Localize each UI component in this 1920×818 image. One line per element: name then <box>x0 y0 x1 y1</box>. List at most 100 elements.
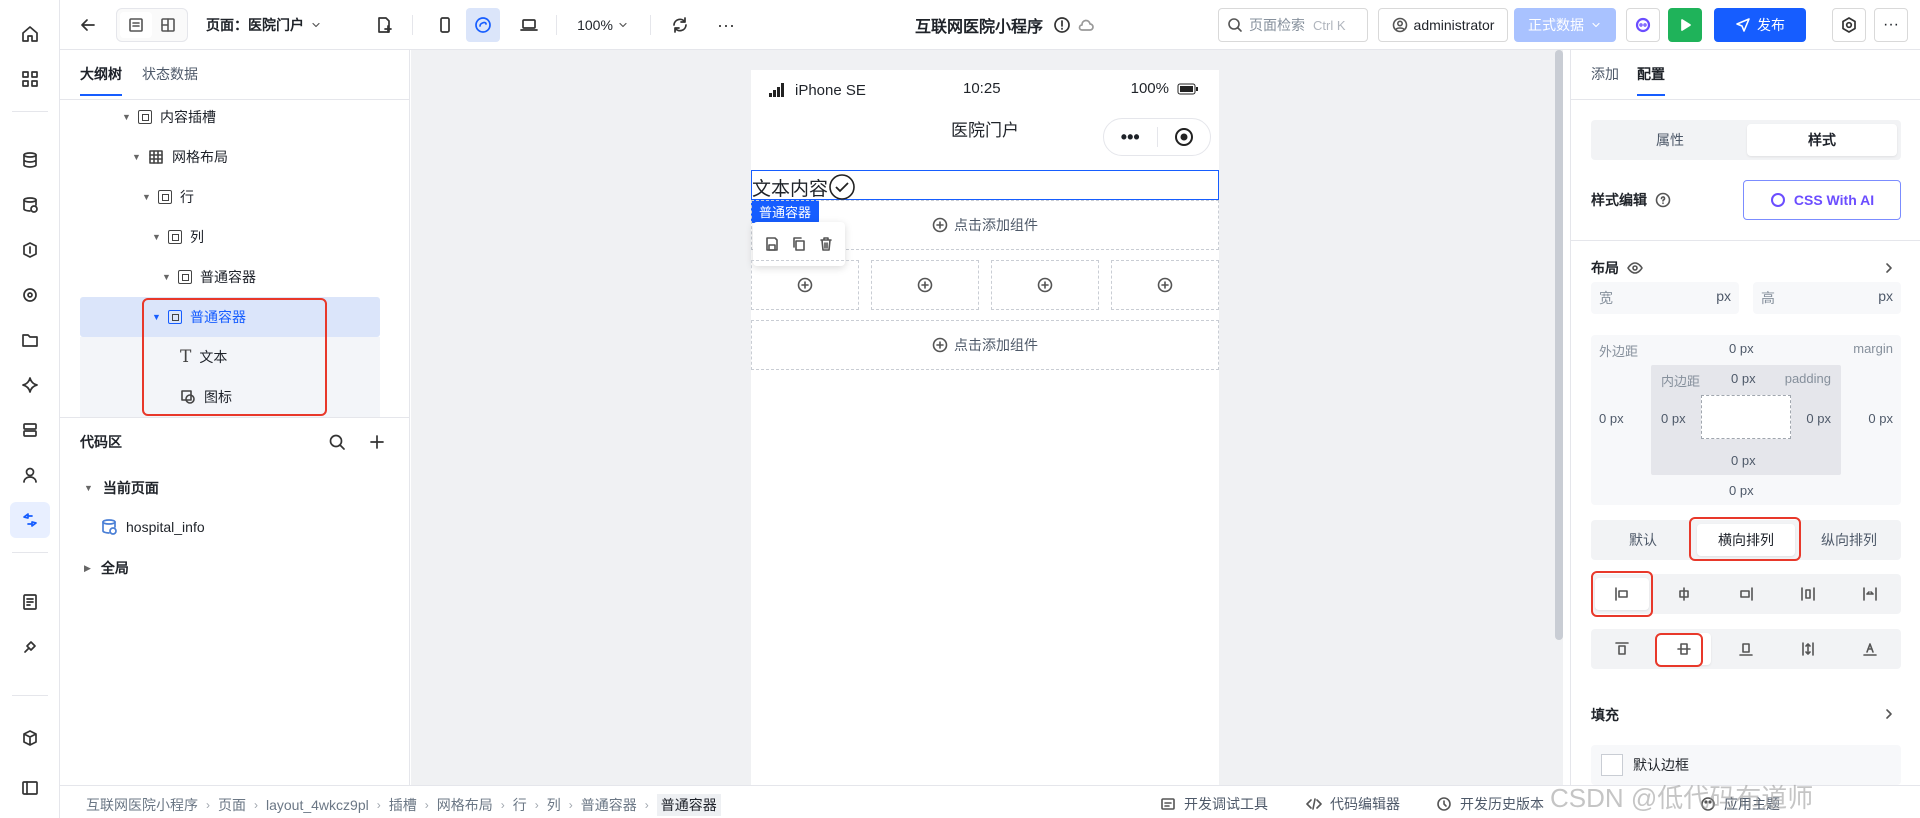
save-icon[interactable] <box>764 236 780 252</box>
height-field[interactable]: 高 px <box>1753 282 1901 314</box>
view-toggle[interactable] <box>116 8 188 42</box>
copy-icon[interactable] <box>791 236 807 252</box>
tab-add[interactable]: 添加 <box>1591 64 1619 96</box>
breadcrumb-item[interactable]: 网格布局 <box>437 795 493 815</box>
low-code-icon[interactable] <box>10 502 50 538</box>
justify-center-icon[interactable] <box>1657 578 1711 610</box>
margin-right[interactable]: 0 px <box>1868 411 1893 426</box>
page-view-icon[interactable] <box>120 12 152 38</box>
tree-node-row[interactable]: ▼ 行 <box>80 177 380 217</box>
breadcrumb-item[interactable]: 列 <box>547 795 561 815</box>
storage-icon[interactable] <box>10 412 50 448</box>
capsule-close-icon[interactable] <box>1158 127 1211 147</box>
breadcrumb-item[interactable]: 互联网医院小程序 <box>86 795 198 815</box>
report-icon[interactable] <box>10 584 50 620</box>
css-ai-button[interactable]: CSS With AI <box>1743 180 1901 220</box>
tab-properties[interactable]: 属性 <box>1595 124 1745 156</box>
more-menu-icon[interactable]: ··· <box>1874 8 1908 42</box>
miniprogram-device-icon[interactable] <box>466 8 500 42</box>
refresh-icon[interactable] <box>664 8 696 42</box>
justify-end-icon[interactable] <box>1719 578 1773 610</box>
page-selector[interactable]: 页面：医院门户 <box>206 8 336 42</box>
ai-assistant-icon[interactable] <box>1626 8 1660 42</box>
margin-left[interactable]: 0 px <box>1599 411 1624 426</box>
home-icon[interactable] <box>10 16 50 52</box>
align-baseline-icon[interactable] <box>1843 633 1897 665</box>
grid-cell-1[interactable] <box>751 260 859 310</box>
preview-play-button[interactable] <box>1668 8 1702 42</box>
width-field[interactable]: 宽 px <box>1591 282 1739 314</box>
publish-button[interactable]: 发布 <box>1714 8 1806 42</box>
flow-icon[interactable] <box>10 277 50 313</box>
desktop-device-icon[interactable] <box>512 8 546 42</box>
user-icon[interactable] <box>10 457 50 493</box>
code-global[interactable]: ▶ 全局 <box>84 558 129 578</box>
layout-heading[interactable]: 布局 <box>1591 258 1643 278</box>
info-icon[interactable] <box>1053 16 1071 34</box>
zoom-select[interactable]: 100% <box>568 8 638 42</box>
env-select[interactable]: 正式数据 <box>1514 8 1616 42</box>
history-link[interactable]: 开发历史版本 <box>1436 794 1544 814</box>
datasource-item[interactable]: hospital_info <box>100 518 205 536</box>
code-editor-link[interactable]: 代码编辑器 <box>1306 794 1400 814</box>
tree-node-grid[interactable]: ▼ 网格布局 <box>80 137 380 177</box>
help-icon[interactable] <box>1655 192 1671 208</box>
padding-right[interactable]: 0 px <box>1806 411 1831 426</box>
mobile-device-icon[interactable] <box>428 8 462 42</box>
user-menu[interactable]: administrator <box>1378 8 1508 42</box>
direction-vertical[interactable]: 纵向排列 <box>1801 524 1897 556</box>
padding-left[interactable]: 0 px <box>1661 411 1686 426</box>
tab-config[interactable]: 配置 <box>1637 64 1665 96</box>
fill-heading[interactable]: 填充 <box>1591 705 1619 725</box>
layout-view-icon[interactable] <box>152 12 184 38</box>
breadcrumb-item[interactable]: 普通容器 <box>581 795 637 815</box>
eye-icon[interactable] <box>1627 260 1643 276</box>
model-icon[interactable] <box>10 187 50 223</box>
ai-spark-icon[interactable] <box>10 367 50 403</box>
margin-top[interactable]: 0 px <box>1729 341 1754 356</box>
text-component[interactable]: 文本内容 <box>752 173 856 201</box>
margin-bottom[interactable]: 0 px <box>1729 483 1754 498</box>
grid-cell-4[interactable] <box>1111 260 1219 310</box>
collapse-icon[interactable] <box>10 770 50 806</box>
align-stretch-icon[interactable] <box>1781 633 1835 665</box>
tree-node-container[interactable]: ▼ 普通容器 <box>80 257 380 297</box>
cube-icon[interactable] <box>10 720 50 756</box>
align-bottom-icon[interactable] <box>1719 633 1773 665</box>
canvas-scrollbar[interactable] <box>1555 50 1563 640</box>
chevron-right-icon[interactable] <box>1881 706 1897 722</box>
add-component-slot-2[interactable]: 点击添加组件 <box>751 320 1219 370</box>
tab-outline-tree[interactable]: 大纲树 <box>80 64 122 96</box>
folder-icon[interactable] <box>10 322 50 358</box>
direction-default[interactable]: 默认 <box>1595 524 1691 556</box>
add-icon[interactable] <box>368 433 386 451</box>
chevron-right-icon[interactable] <box>1881 260 1897 276</box>
code-current-page[interactable]: ▼ 当前页面 <box>84 478 159 498</box>
delete-icon[interactable] <box>818 236 834 252</box>
padding-bottom[interactable]: 0 px <box>1731 453 1756 468</box>
capsule-more-icon[interactable]: ••• <box>1104 127 1157 148</box>
justify-between-icon[interactable] <box>1781 578 1835 610</box>
database-icon[interactable] <box>10 142 50 178</box>
plugin-icon[interactable] <box>10 629 50 665</box>
tab-style[interactable]: 样式 <box>1747 124 1897 156</box>
tab-state-data[interactable]: 状态数据 <box>142 64 198 96</box>
tree-node-col[interactable]: ▼ 列 <box>80 217 380 257</box>
apps-icon[interactable] <box>10 61 50 97</box>
breadcrumb-item[interactable]: 插槽 <box>389 795 417 815</box>
new-page-icon[interactable] <box>368 8 400 42</box>
justify-around-icon[interactable] <box>1843 578 1897 610</box>
align-top-icon[interactable] <box>1595 633 1649 665</box>
capsule-menu[interactable]: ••• <box>1103 118 1211 156</box>
breadcrumb-item[interactable]: layout_4wkcz9pl <box>266 797 369 813</box>
more-icon[interactable]: ··· <box>710 8 742 42</box>
breadcrumb-item[interactable]: 页面 <box>218 795 246 815</box>
search-icon[interactable] <box>328 433 346 451</box>
settings-icon[interactable] <box>1832 8 1866 42</box>
back-arrow-icon[interactable] <box>72 8 104 42</box>
grid-cell-2[interactable] <box>871 260 979 310</box>
api-icon[interactable] <box>10 232 50 268</box>
page-search-input[interactable]: 页面检索 Ctrl K <box>1218 8 1368 42</box>
breadcrumb-item[interactable]: 行 <box>513 795 527 815</box>
grid-cell-3[interactable] <box>991 260 1099 310</box>
